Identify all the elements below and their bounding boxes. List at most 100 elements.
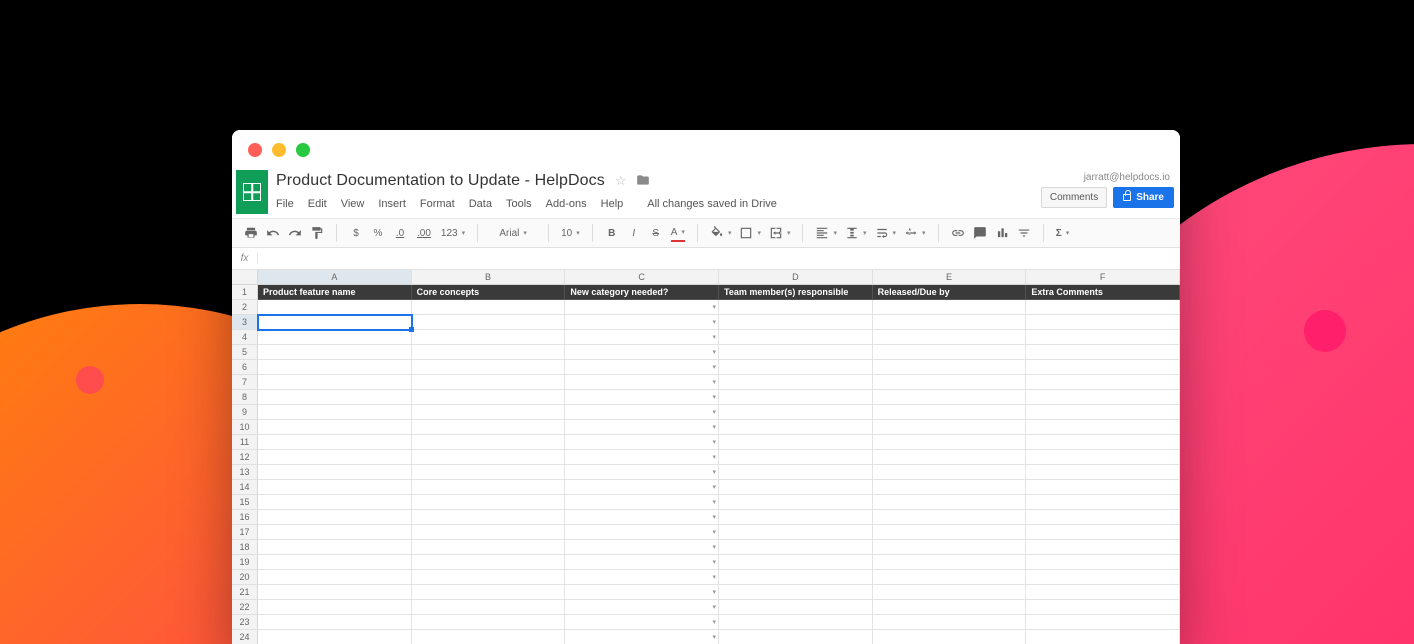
row-header-22[interactable]: 22 <box>232 600 258 615</box>
cell-A15[interactable] <box>258 495 412 510</box>
cell-F2[interactable] <box>1026 300 1180 315</box>
filter-icon[interactable] <box>1017 224 1031 242</box>
data-validation-arrow-icon[interactable]: ▾ <box>712 423 716 431</box>
cell-B14[interactable] <box>412 480 566 495</box>
number-format-dropdown[interactable]: 123▾ <box>441 224 465 242</box>
cell-C24[interactable]: ▾ <box>565 630 719 644</box>
cell-A11[interactable] <box>258 435 412 450</box>
cell-A18[interactable] <box>258 540 412 555</box>
cell-D7[interactable] <box>719 375 873 390</box>
row-header-7[interactable]: 7 <box>232 375 258 390</box>
menu-view[interactable]: View <box>341 198 365 210</box>
row-header-1[interactable]: 1 <box>232 285 258 300</box>
cell-D6[interactable] <box>719 360 873 375</box>
cell-E17[interactable] <box>873 525 1027 540</box>
cell-A13[interactable] <box>258 465 412 480</box>
menu-data[interactable]: Data <box>469 198 492 210</box>
column-header-A[interactable]: A <box>258 270 412 285</box>
cell-B5[interactable] <box>412 345 566 360</box>
text-wrap-button[interactable]: ▾ <box>875 224 897 242</box>
borders-button[interactable]: ▾ <box>739 224 761 242</box>
row-header-19[interactable]: 19 <box>232 555 258 570</box>
cell-B7[interactable] <box>412 375 566 390</box>
format-percent-button[interactable]: % <box>371 224 385 242</box>
cell-D5[interactable] <box>719 345 873 360</box>
functions-button[interactable]: Σ▾ <box>1056 224 1070 242</box>
cell-E7[interactable] <box>873 375 1027 390</box>
cell-B8[interactable] <box>412 390 566 405</box>
row-header-5[interactable]: 5 <box>232 345 258 360</box>
column-header-E[interactable]: E <box>873 270 1027 285</box>
data-validation-arrow-icon[interactable]: ▾ <box>712 603 716 611</box>
cell-A19[interactable] <box>258 555 412 570</box>
document-title[interactable]: Product Documentation to Update - HelpDo… <box>276 172 605 190</box>
data-validation-arrow-icon[interactable]: ▾ <box>712 633 716 641</box>
cell-E19[interactable] <box>873 555 1027 570</box>
row-header-20[interactable]: 20 <box>232 570 258 585</box>
cell-C9[interactable]: ▾ <box>565 405 719 420</box>
row-header-2[interactable]: 2 <box>232 300 258 315</box>
row-header-10[interactable]: 10 <box>232 420 258 435</box>
data-validation-arrow-icon[interactable]: ▾ <box>712 453 716 461</box>
cell-F19[interactable] <box>1026 555 1180 570</box>
cell-F24[interactable] <box>1026 630 1180 644</box>
cell-B11[interactable] <box>412 435 566 450</box>
cell-E14[interactable] <box>873 480 1027 495</box>
text-rotation-button[interactable]: ▾ <box>904 224 926 242</box>
cell-C14[interactable]: ▾ <box>565 480 719 495</box>
cell-E8[interactable] <box>873 390 1027 405</box>
merge-cells-button[interactable]: ▾ <box>769 224 791 242</box>
window-zoom-button[interactable] <box>296 143 310 157</box>
insert-comment-icon[interactable] <box>973 224 987 242</box>
data-validation-arrow-icon[interactable]: ▾ <box>712 303 716 311</box>
cell-F3[interactable] <box>1026 315 1180 330</box>
cell-C13[interactable]: ▾ <box>565 465 719 480</box>
cell-F11[interactable] <box>1026 435 1180 450</box>
cell-E10[interactable] <box>873 420 1027 435</box>
cell-F4[interactable] <box>1026 330 1180 345</box>
cell-C11[interactable]: ▾ <box>565 435 719 450</box>
row-header-23[interactable]: 23 <box>232 615 258 630</box>
cell-B18[interactable] <box>412 540 566 555</box>
cell-B20[interactable] <box>412 570 566 585</box>
cell-D17[interactable] <box>719 525 873 540</box>
strikethrough-button[interactable]: S <box>649 224 663 242</box>
cell-C7[interactable]: ▾ <box>565 375 719 390</box>
row-header-9[interactable]: 9 <box>232 405 258 420</box>
cell-F21[interactable] <box>1026 585 1180 600</box>
cell-E6[interactable] <box>873 360 1027 375</box>
cell-D15[interactable] <box>719 495 873 510</box>
spreadsheet-grid[interactable]: ABCDEF1Product feature nameCore concepts… <box>232 270 1180 644</box>
text-color-button[interactable]: A▾ <box>671 224 685 242</box>
row-header-8[interactable]: 8 <box>232 390 258 405</box>
cell-E13[interactable] <box>873 465 1027 480</box>
cell-E23[interactable] <box>873 615 1027 630</box>
cell-F20[interactable] <box>1026 570 1180 585</box>
cell-E11[interactable] <box>873 435 1027 450</box>
cell-F16[interactable] <box>1026 510 1180 525</box>
data-validation-arrow-icon[interactable]: ▾ <box>712 573 716 581</box>
header-cell-F[interactable]: Extra Comments <box>1026 285 1180 300</box>
folder-icon[interactable] <box>636 173 650 190</box>
comments-button[interactable]: Comments <box>1041 187 1107 208</box>
menu-insert[interactable]: Insert <box>378 198 406 210</box>
cell-F7[interactable] <box>1026 375 1180 390</box>
cell-C22[interactable]: ▾ <box>565 600 719 615</box>
cell-F18[interactable] <box>1026 540 1180 555</box>
cell-D16[interactable] <box>719 510 873 525</box>
cell-C23[interactable]: ▾ <box>565 615 719 630</box>
cell-D19[interactable] <box>719 555 873 570</box>
cell-D9[interactable] <box>719 405 873 420</box>
cell-A7[interactable] <box>258 375 412 390</box>
cell-E21[interactable] <box>873 585 1027 600</box>
bold-button[interactable]: B <box>605 224 619 242</box>
column-header-F[interactable]: F <box>1026 270 1180 285</box>
data-validation-arrow-icon[interactable]: ▾ <box>712 333 716 341</box>
cell-B17[interactable] <box>412 525 566 540</box>
cell-F10[interactable] <box>1026 420 1180 435</box>
format-currency-button[interactable]: $ <box>349 224 363 242</box>
cell-E4[interactable] <box>873 330 1027 345</box>
menu-file[interactable]: File <box>276 198 294 210</box>
cell-B12[interactable] <box>412 450 566 465</box>
data-validation-arrow-icon[interactable]: ▾ <box>712 438 716 446</box>
